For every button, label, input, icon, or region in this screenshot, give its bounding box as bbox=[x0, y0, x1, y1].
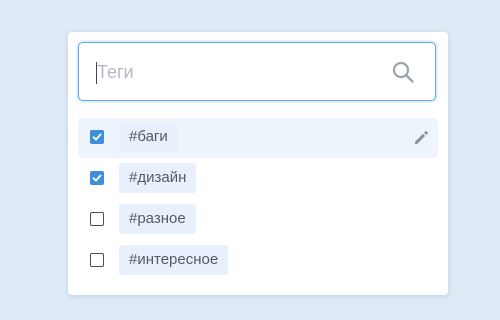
tag-picker-dropdown: #баги #дизайн #разное #интересное bbox=[68, 32, 448, 295]
checkbox-misc[interactable] bbox=[90, 212, 104, 226]
checkbox-interesting[interactable] bbox=[90, 253, 104, 267]
search-box[interactable] bbox=[78, 42, 436, 101]
tag-row-interesting[interactable]: #интересное bbox=[78, 241, 438, 281]
tag-chip-misc[interactable]: #разное bbox=[119, 204, 196, 234]
tag-chip-bugs[interactable]: #баги bbox=[119, 122, 178, 152]
checkbox-bugs[interactable] bbox=[90, 130, 104, 144]
checkmark-icon bbox=[92, 133, 102, 141]
search-icon[interactable] bbox=[391, 60, 415, 84]
tag-row-bugs[interactable]: #баги bbox=[78, 118, 438, 158]
background-frame: #баги #дизайн #разное #интересное bbox=[0, 0, 500, 320]
tag-chip-design[interactable]: #дизайн bbox=[119, 163, 197, 193]
text-cursor bbox=[96, 62, 97, 84]
checkbox-design[interactable] bbox=[90, 171, 104, 185]
tag-row-misc[interactable]: #разное bbox=[78, 200, 438, 240]
tag-chip-interesting[interactable]: #интересное bbox=[119, 245, 229, 275]
pencil-icon[interactable] bbox=[412, 129, 430, 147]
checkmark-icon bbox=[92, 174, 102, 182]
search-input[interactable] bbox=[95, 58, 379, 86]
tag-row-design[interactable]: #дизайн bbox=[78, 159, 438, 199]
